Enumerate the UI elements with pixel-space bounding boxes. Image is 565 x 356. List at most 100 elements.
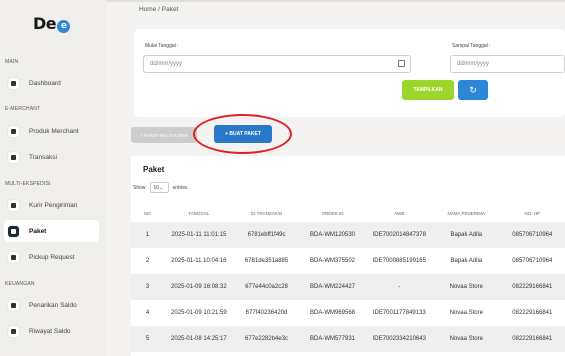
multi-courier-package-button[interactable]: + PAKET MULTI KURIR — [131, 127, 197, 143]
col-id-transaksi[interactable]: ID TRANSAKSI — [233, 204, 300, 222]
cell-tanggal: 2025-01-09 10:21:59 — [164, 300, 234, 326]
wallet-icon — [8, 299, 19, 311]
col-order-id[interactable]: ORDER ID — [299, 204, 366, 222]
cell-no: 1 — [131, 222, 165, 248]
table-row[interactable]: 5 2025-01-08 14:25:17 677e2282b4e3c BDA-… — [131, 326, 565, 352]
package-table: NO TANGGAL ID TRANSAKSI ORDER ID AWB NAM… — [131, 204, 565, 352]
sidebar: De e MAIN Dashboard E-MERCHANT Produk Mer… — [0, 0, 107, 356]
cell-order-id: BDA-WM224427 — [299, 274, 366, 300]
start-date-label: Mulai Tanggal : — [145, 43, 179, 49]
sidebar-item-kurir-pengiriman[interactable]: Kurir Pengiriman — [4, 194, 99, 216]
refresh-button[interactable]: ↻ — [458, 80, 488, 100]
cell-no: 5 — [131, 326, 165, 352]
cell-awb: IDE7000885199165 — [365, 248, 433, 274]
cell-no-hp: 082229166841 — [499, 274, 565, 300]
sidebar-item-riwayat-saldo[interactable]: Riwayat Saldo — [4, 320, 99, 342]
cell-no-hp: 085706710964 — [499, 248, 565, 274]
cell-order-id: BDA-WM120530 — [299, 222, 366, 248]
truck-icon — [8, 199, 19, 211]
sidebar-item-dashboard[interactable]: Dashboard — [4, 72, 99, 94]
cell-tanggal: 2025-01-11 10:04:16 — [164, 248, 234, 274]
start-date-placeholder: dd/mm/yyyy — [150, 61, 183, 67]
cell-nama-penerima: Bapak Adila — [432, 248, 500, 274]
table-row[interactable]: 1 2025-01-11 11:01:15 6781ebff1f49c BDA-… — [131, 222, 565, 248]
end-date-input[interactable]: dd/mm/yyyy — [450, 55, 565, 73]
cell-awb: IDE7001177849133 — [365, 300, 433, 326]
section-e-merchant: E-MERCHANT — [5, 106, 41, 112]
cell-no: 4 — [131, 300, 165, 326]
end-date-label: Sampai Tanggal : — [452, 43, 491, 49]
home-icon — [8, 77, 19, 89]
box-icon — [8, 125, 19, 137]
sidebar-item-label: Transaksi — [29, 153, 57, 161]
cell-awb: IDE7002334210643 — [365, 326, 433, 352]
col-no-hp[interactable]: NO. HP — [499, 204, 565, 222]
breadcrumb-home[interactable]: Home — [139, 6, 156, 13]
col-awb[interactable]: AWB — [365, 204, 433, 222]
cell-order-id: BDA-WM375502 — [299, 248, 366, 274]
col-nama-penerima[interactable]: NAMA PENERIMA — [432, 204, 500, 222]
cell-id-transaksi: 677e44c0a2c28 — [233, 274, 300, 300]
cell-nama-penerima: Novaa Store — [432, 300, 500, 326]
cell-id-transaksi: 677e2282b4e3c — [233, 326, 300, 352]
breadcrumb-separator: / — [158, 6, 160, 13]
table-title: Paket — [143, 165, 165, 174]
cell-no: 2 — [131, 248, 165, 274]
cell-id-transaksi: 677f40236420d — [233, 300, 300, 326]
col-tanggal[interactable]: TANGGAL — [164, 204, 234, 222]
cell-no-hp: 082229166841 — [499, 300, 565, 326]
sidebar-item-label: Penarikan Saldo — [29, 301, 77, 309]
cell-nama-penerima: Novaa Store — [432, 326, 500, 352]
cell-id-transaksi: 6781ebff1f49c — [233, 222, 300, 248]
cell-tanggal: 2025-01-09 16:08:32 — [164, 274, 234, 300]
table-header-row: NO TANGGAL ID TRANSAKSI ORDER ID AWB NAM… — [131, 204, 565, 222]
table-row[interactable]: 3 2025-01-09 16:08:32 677e44c0a2c28 BDA-… — [131, 274, 565, 300]
end-date-placeholder: dd/mm/yyyy — [457, 61, 490, 67]
sidebar-item-label: Riwayat Saldo — [29, 327, 71, 335]
start-date-input[interactable]: dd/mm/yyyy — [143, 55, 411, 73]
sidebar-item-penarikan-saldo[interactable]: Penarikan Saldo — [4, 294, 99, 316]
section-keuangan: KEUANGAN — [5, 281, 35, 287]
sidebar-item-pickup-request[interactable]: Pickup Request — [4, 246, 99, 268]
logo-mark: e — [57, 20, 71, 33]
cell-awb: - — [365, 274, 433, 300]
cell-tanggal: 2025-01-11 11:01:15 — [164, 222, 234, 248]
history-icon — [8, 325, 19, 337]
cell-nama-penerima: Novaa Store — [432, 274, 500, 300]
pickup-icon — [8, 251, 19, 263]
table-row[interactable]: 4 2025-01-09 10:21:59 677f40236420d BDA-… — [131, 300, 565, 326]
entries-label: entries — [172, 184, 188, 191]
logo[interactable]: De e — [33, 14, 71, 33]
section-main: MAIN — [5, 59, 19, 65]
sidebar-item-label: Produk Merchant — [29, 127, 79, 135]
cell-tanggal: 2025-01-08 14:25:17 — [164, 326, 234, 352]
package-table-card: Paket Show 10⌄ entries NO TANGGAL ID TRA… — [131, 156, 565, 356]
sidebar-item-paket[interactable]: Paket — [4, 220, 99, 242]
cart-icon — [8, 151, 19, 163]
cell-id-transaksi: 6781de351a885 — [233, 248, 300, 274]
refresh-icon: ↻ — [469, 84, 477, 95]
entries-select[interactable]: 10⌄ — [149, 182, 169, 193]
show-button[interactable]: TAMPILKAN — [402, 80, 454, 100]
calendar-icon[interactable] — [398, 60, 405, 67]
show-label: Show — [133, 184, 146, 191]
cell-order-id: BDA-WM969568 — [299, 300, 366, 326]
breadcrumb-current: Paket — [161, 6, 179, 13]
breadcrumb: Home / Paket — [139, 6, 178, 13]
col-no[interactable]: NO — [131, 204, 165, 222]
cell-awb: IDE7002014847378 — [365, 222, 433, 248]
sidebar-item-produk-merchant[interactable]: Produk Merchant — [4, 120, 99, 142]
highlight-annotation — [193, 114, 292, 154]
table-row[interactable]: 2 2025-01-11 10:04:16 6781de351a885 BDA-… — [131, 248, 565, 274]
cell-nama-penerima: Bapak Adila — [432, 222, 500, 248]
sidebar-item-label: Dashboard — [29, 79, 61, 87]
filter-card: Mulai Tanggal : dd/mm/yyyy Sampai Tangga… — [134, 29, 565, 117]
sidebar-item-label: Pickup Request — [29, 253, 75, 261]
sidebar-item-label: Paket — [29, 227, 47, 235]
package-icon — [8, 225, 19, 237]
show-entries: Show 10⌄ entries — [133, 182, 188, 193]
section-multi-ekspedisi: MULTI-EKSPEDISI — [5, 181, 51, 187]
sidebar-item-label: Kurir Pengiriman — [29, 201, 78, 209]
sidebar-item-transaksi[interactable]: Transaksi — [4, 146, 99, 168]
cell-no-hp: 082229166841 — [499, 326, 565, 352]
